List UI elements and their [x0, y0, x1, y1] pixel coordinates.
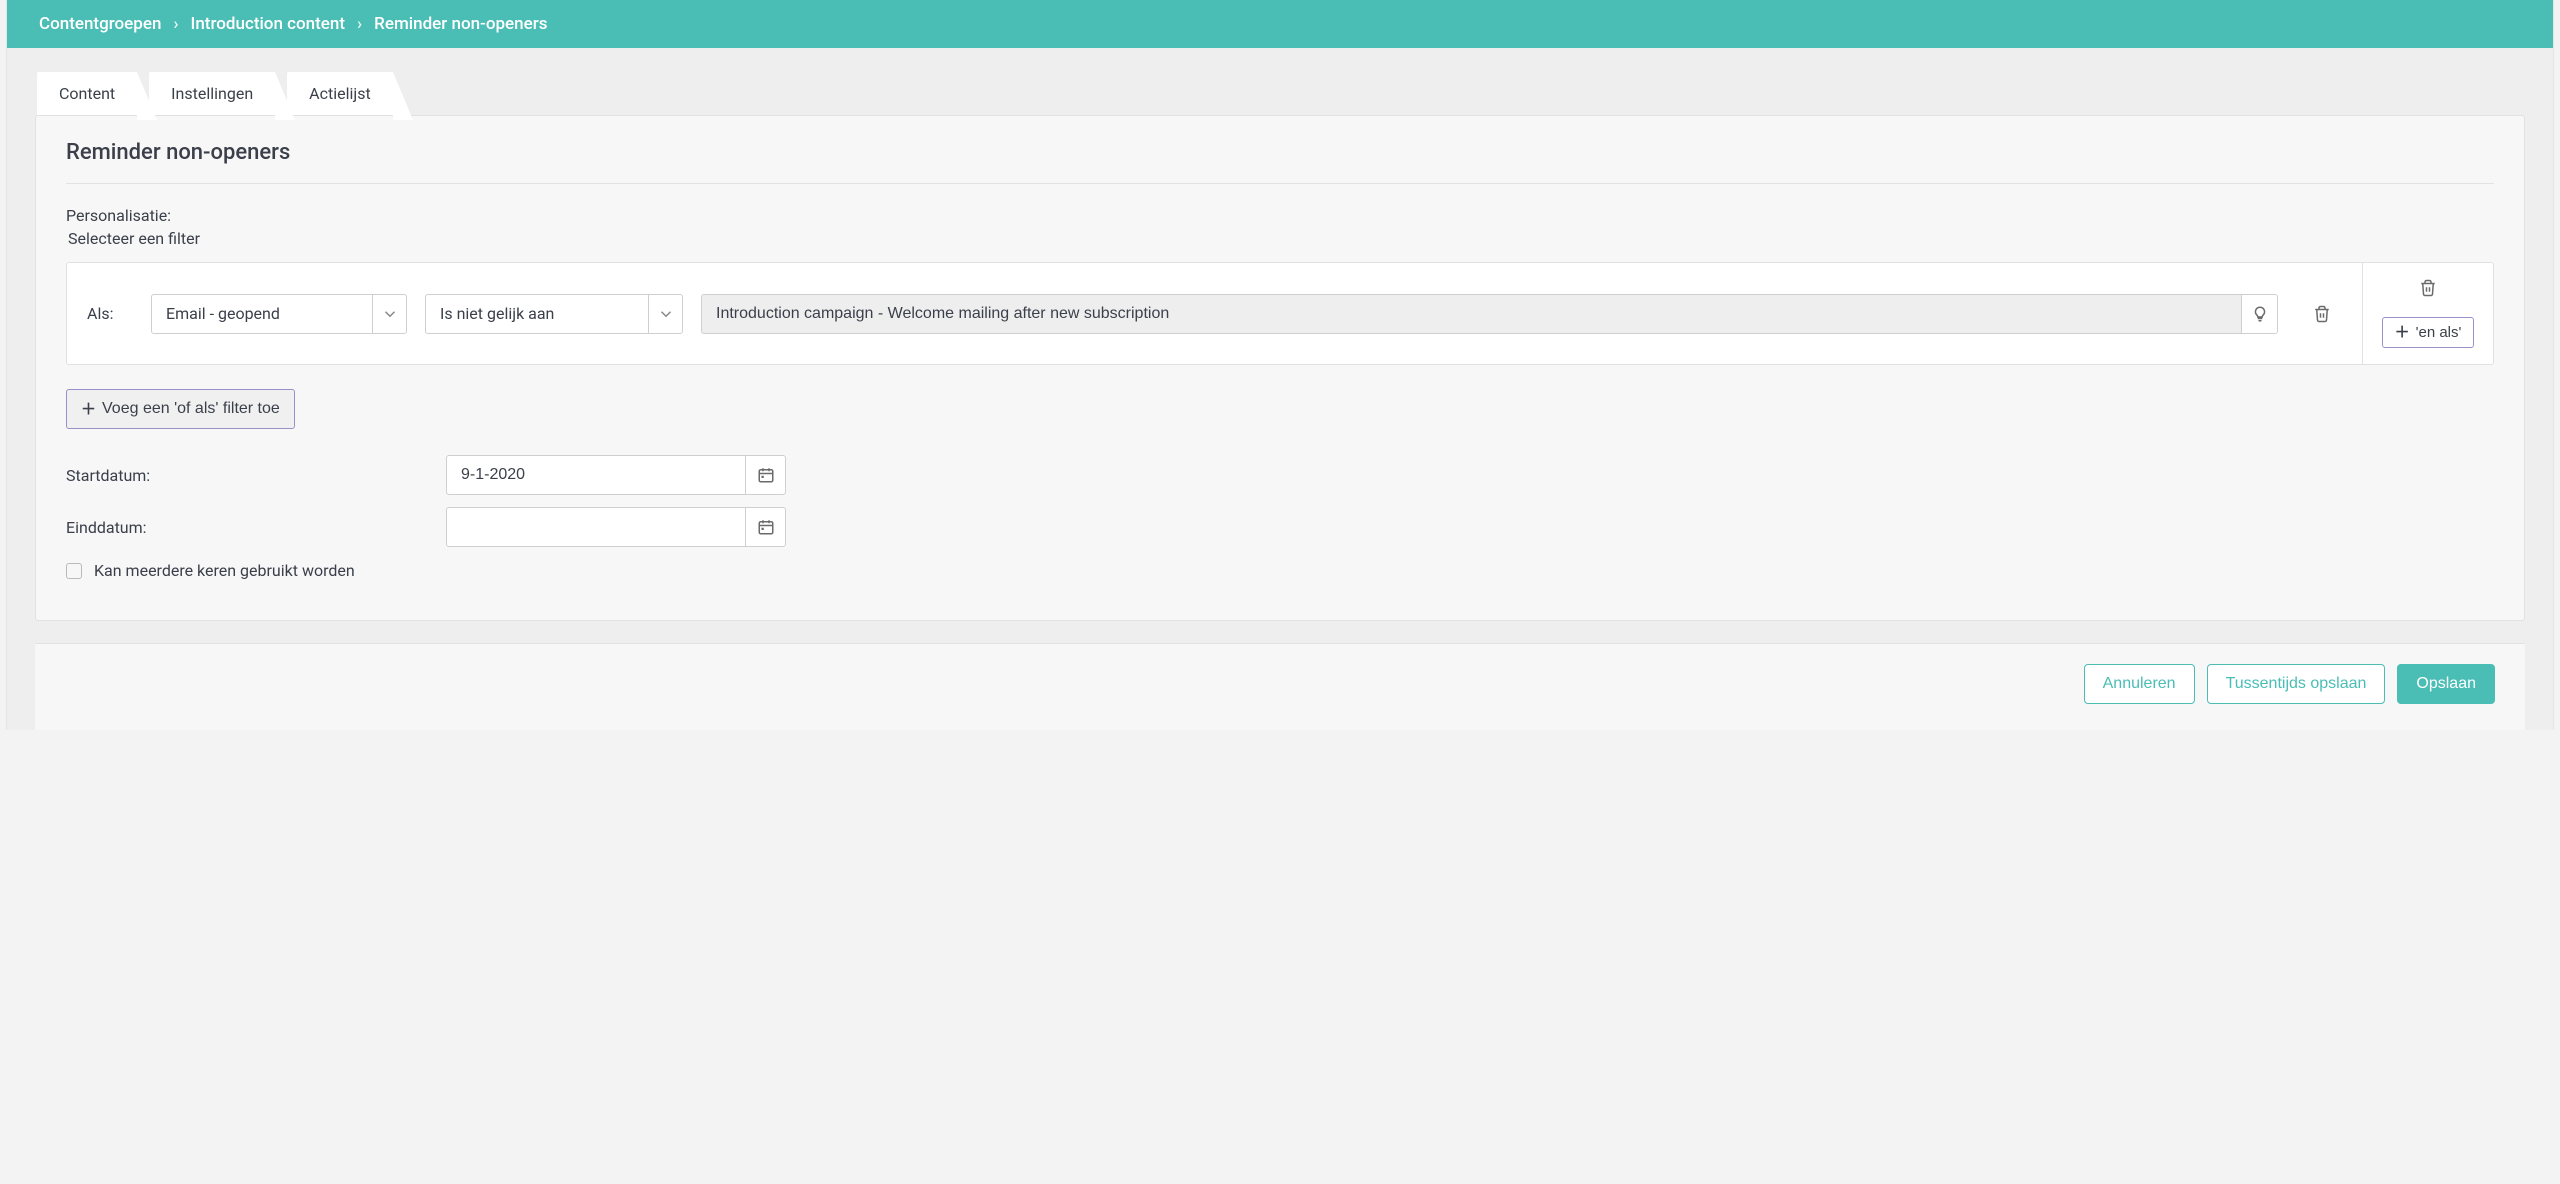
- save-button[interactable]: Opslaan: [2397, 664, 2495, 704]
- page-title: Reminder non-openers: [66, 140, 2494, 184]
- tab-instellingen[interactable]: Instellingen: [149, 72, 275, 115]
- calendar-icon[interactable]: [745, 456, 785, 494]
- add-and-label: 'en als': [2416, 324, 2462, 341]
- filter-group-side: ＋ 'en als': [2363, 263, 2493, 364]
- lightbulb-icon[interactable]: [2241, 295, 2277, 333]
- tab-actielijst[interactable]: Actielijst: [287, 72, 393, 115]
- tab-content[interactable]: Content: [37, 72, 137, 115]
- start-date-field: [446, 455, 786, 495]
- filter-field-select[interactable]: Email - geopend: [151, 294, 407, 334]
- filter-value-input[interactable]: [702, 295, 2241, 333]
- end-date-label: Einddatum:: [66, 518, 446, 537]
- reuse-checkbox[interactable]: [66, 563, 82, 579]
- chevron-down-icon[interactable]: [648, 295, 682, 333]
- filter-value-field: [701, 294, 2278, 334]
- start-date-input[interactable]: [447, 456, 745, 494]
- action-bar: Annuleren Tussentijds opslaan Opslaan: [35, 643, 2525, 730]
- start-date-label: Startdatum:: [66, 466, 446, 485]
- save-draft-button[interactable]: Tussentijds opslaan: [2207, 664, 2386, 704]
- filter-operator-value: Is niet gelijk aan: [426, 295, 648, 333]
- chevron-right-icon: ›: [173, 14, 178, 34]
- reuse-label: Kan meerdere keren gebruikt worden: [94, 561, 355, 580]
- add-or-label: Voeg een 'of als' filter toe: [102, 400, 280, 418]
- plus-icon: ＋: [2395, 325, 2410, 340]
- chevron-down-icon[interactable]: [372, 295, 406, 333]
- filter-group: Als: Email - geopend Is niet gelijk aan: [66, 262, 2494, 365]
- breadcrumb: Contentgroepen › Introduction content › …: [7, 0, 2553, 48]
- tab-list: Content Instellingen Actielijst: [37, 72, 2525, 115]
- filter-field-value: Email - geopend: [152, 295, 372, 333]
- chevron-right-icon: ›: [357, 14, 362, 34]
- personalisation-label: Personalisatie:: [66, 206, 2494, 225]
- calendar-icon[interactable]: [745, 508, 785, 546]
- breadcrumb-item[interactable]: Contentgroepen: [39, 14, 161, 34]
- filter-sub-label: Selecteer een filter: [68, 229, 2494, 248]
- add-and-filter-button[interactable]: ＋ 'en als': [2382, 317, 2475, 348]
- cancel-button[interactable]: Annuleren: [2084, 664, 2195, 704]
- delete-group-button[interactable]: [2419, 279, 2437, 301]
- delete-rule-button[interactable]: [2302, 305, 2342, 323]
- plus-icon: ＋: [81, 402, 96, 417]
- breadcrumb-item[interactable]: Introduction content: [191, 14, 346, 34]
- end-date-input[interactable]: [447, 508, 745, 546]
- add-or-filter-button[interactable]: ＋ Voeg een 'of als' filter toe: [66, 389, 295, 429]
- filter-row: Als: Email - geopend Is niet gelijk aan: [67, 263, 2363, 364]
- filter-operator-select[interactable]: Is niet gelijk aan: [425, 294, 683, 334]
- filter-prefix: Als:: [85, 304, 133, 323]
- end-date-field: [446, 507, 786, 547]
- breadcrumb-current: Reminder non-openers: [374, 14, 547, 34]
